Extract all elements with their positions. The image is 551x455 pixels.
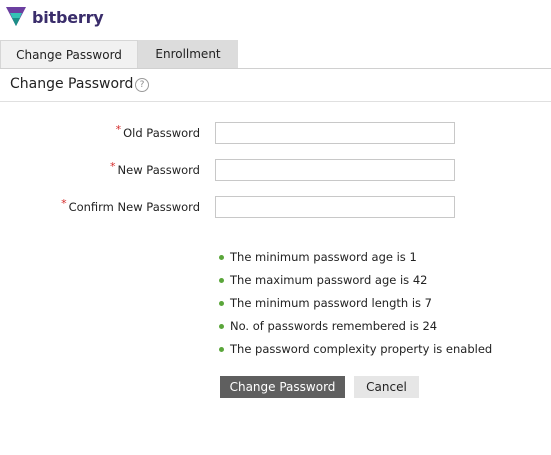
old-password-label: * Old Password [115,123,200,140]
bitberry-logo-icon [6,7,26,26]
policy-item: The maximum password age is 42 [219,273,492,296]
new-password-label: * New Password [110,160,200,177]
help-icon[interactable]: ? [135,78,149,92]
cancel-button[interactable]: Cancel [354,376,419,398]
tab-bar: Change Password Enrollment [0,40,551,69]
change-password-button[interactable]: Change Password [220,376,345,398]
password-policy-list: The minimum password age is 1 The maximu… [219,250,492,365]
tab-change-password[interactable]: Change Password [0,40,138,68]
bullet-icon [219,347,224,352]
bullet-icon [219,278,224,283]
bitberry-logo: bitberry [4,3,104,31]
divider [0,101,551,102]
required-marker: * [110,160,116,173]
confirm-password-input[interactable] [215,196,455,218]
new-password-input[interactable] [215,159,455,181]
required-marker: * [115,123,122,136]
bullet-icon [219,255,224,260]
policy-item: The minimum password age is 1 [219,250,492,273]
old-password-input[interactable] [215,122,455,144]
tab-enrollment[interactable]: Enrollment [138,40,238,68]
policy-item: The minimum password length is 7 [219,296,492,319]
policy-item: No. of passwords remembered is 24 [219,319,492,342]
section-title: Change Password [10,76,134,92]
bullet-icon [219,301,224,306]
required-marker: * [61,197,67,210]
confirm-password-label: * Confirm New Password [61,197,200,214]
policy-item: The password complexity property is enab… [219,342,492,365]
bullet-icon [219,324,224,329]
brand-name: bitberry [32,7,104,27]
